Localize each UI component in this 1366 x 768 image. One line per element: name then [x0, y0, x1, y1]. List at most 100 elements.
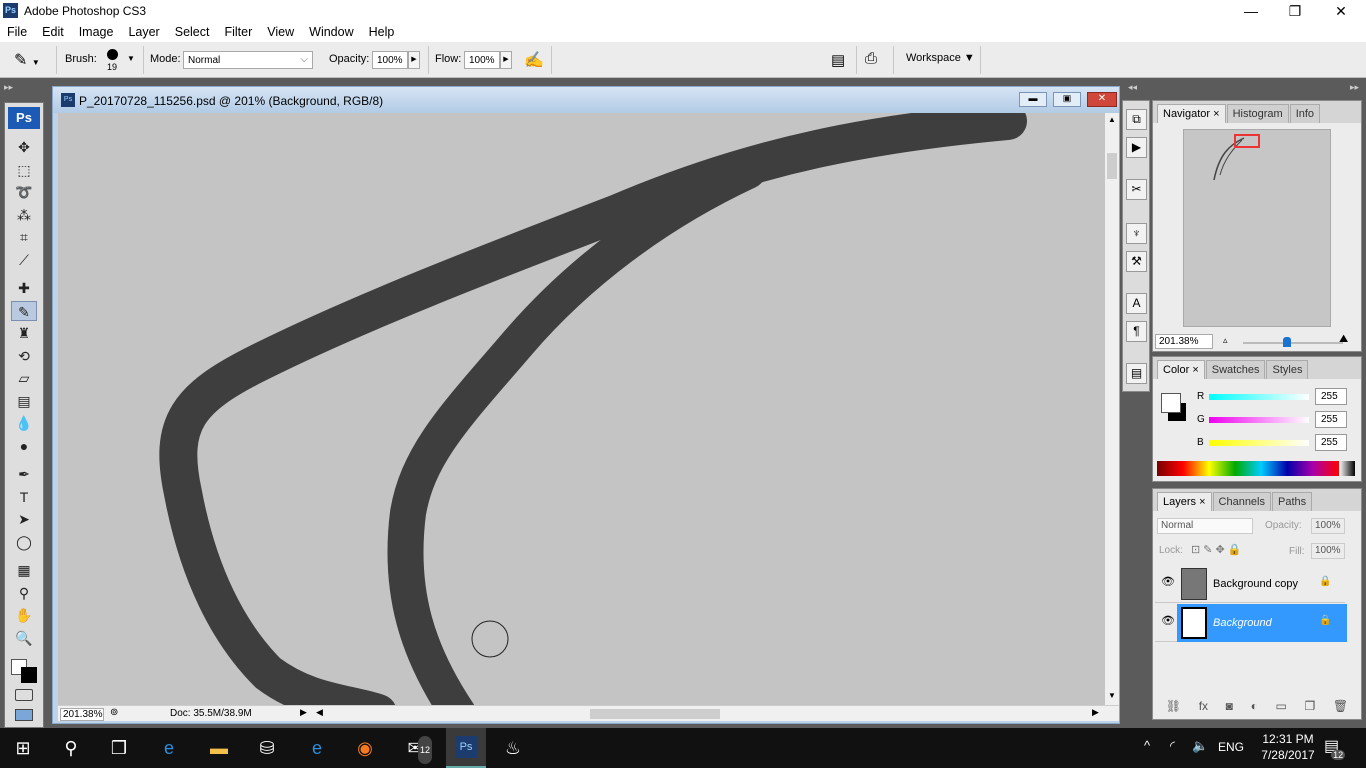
g-slider[interactable]	[1209, 417, 1309, 423]
navigator-thumbnail[interactable]	[1183, 129, 1331, 327]
brush-dropdown-icon[interactable]: ▼	[127, 54, 135, 63]
hand-tool-icon[interactable]: ✋	[11, 605, 37, 625]
pen-tool-icon[interactable]: ✒	[11, 464, 37, 484]
r-value-input[interactable]: 255	[1315, 388, 1347, 405]
tab-styles[interactable]: Styles	[1266, 360, 1309, 379]
opacity-input[interactable]: 100%	[372, 51, 408, 69]
search-icon[interactable]: ⚲	[56, 734, 86, 762]
navigator-zoom-field[interactable]: 201.38%	[1155, 334, 1213, 349]
crop-tool-icon[interactable]: ⌗	[11, 227, 37, 247]
layer-opacity-input[interactable]: 100%	[1311, 518, 1345, 534]
foreground-color-chip[interactable]	[1161, 393, 1181, 413]
layer-row-selected[interactable]: 👁 Background 🔒	[1155, 604, 1347, 642]
doc-minimize-button[interactable]: ▬	[1019, 92, 1047, 107]
history-panel-icon[interactable]: ⧉	[1126, 109, 1147, 130]
start-button[interactable]: ⊞	[8, 734, 38, 762]
r-slider[interactable]	[1209, 394, 1309, 400]
navigator-view-box[interactable]	[1234, 134, 1260, 148]
tab-channels[interactable]: Channels	[1212, 492, 1271, 511]
wifi-icon[interactable]: ◜	[1170, 738, 1175, 754]
menu-layer[interactable]: Layer	[121, 22, 167, 42]
horizontal-scrollbar[interactable]: ◀ ▶	[314, 706, 1104, 721]
move-tool-icon[interactable]: ✥	[11, 137, 37, 157]
bridge-icon[interactable]: ⎙	[865, 50, 877, 67]
tab-navigator[interactable]: Navigator ×	[1157, 104, 1226, 123]
file-explorer-icon[interactable]: ▬	[204, 734, 234, 762]
marquee-tool-icon[interactable]: ⬚	[11, 160, 37, 180]
character-panel-icon[interactable]: A	[1126, 293, 1147, 314]
menu-window[interactable]: Window	[302, 22, 361, 42]
g-value-input[interactable]: 255	[1315, 411, 1347, 428]
history-brush-tool-icon[interactable]: ⟲	[11, 346, 37, 366]
tool-presets-icon[interactable]: ✂	[1126, 179, 1147, 200]
edge-icon-2[interactable]: e	[302, 734, 332, 762]
link-layers-icon[interactable]: ⛓	[1166, 699, 1181, 717]
quick-mask-icon[interactable]	[15, 689, 33, 701]
opacity-slider-button[interactable]: ▶	[408, 51, 420, 69]
layer-comps-icon[interactable]: ▤	[1126, 363, 1147, 384]
zoom-out-icon[interactable]: ▵	[1223, 335, 1228, 346]
lock-icons[interactable]: ⊡ ✎ ✥ 🔒	[1191, 543, 1242, 556]
gradient-tool-icon[interactable]: ▤	[11, 391, 37, 411]
type-tool-icon[interactable]: T	[11, 487, 37, 507]
clone-source-icon[interactable]: ⚒	[1126, 251, 1147, 272]
menu-file[interactable]: File	[0, 22, 35, 42]
volume-icon[interactable]: 🔈	[1192, 738, 1208, 754]
show-hidden-icons[interactable]: ^	[1144, 738, 1150, 753]
menu-help[interactable]: Help	[362, 22, 403, 42]
horizontal-scroll-thumb[interactable]	[590, 709, 720, 719]
visibility-eye-icon[interactable]: 👁	[1161, 575, 1175, 588]
brush-tool-icon[interactable]: ✎	[11, 300, 37, 321]
dodge-tool-icon[interactable]: ●	[11, 436, 37, 456]
visibility-eye-icon[interactable]: 👁	[1161, 614, 1175, 627]
eyedropper-tool-icon[interactable]: ⚲	[11, 583, 37, 603]
action-center-icon[interactable]: ▤ 12	[1324, 736, 1346, 760]
firefox-icon[interactable]: ◉	[350, 734, 380, 762]
tab-swatches[interactable]: Swatches	[1205, 360, 1266, 379]
add-mask-icon[interactable]: ◙	[1226, 699, 1233, 717]
collapse-dock-icon[interactable]: ◂◂	[1128, 82, 1137, 93]
doc-close-button[interactable]: ✕	[1087, 92, 1117, 107]
clone-stamp-tool-icon[interactable]: ♜	[11, 323, 37, 343]
steam-icon[interactable]: ♨	[498, 734, 528, 762]
mode-select[interactable]: Normal ⌵	[183, 51, 313, 69]
flow-slider-button[interactable]: ▶	[500, 51, 512, 69]
zoom-slider[interactable]	[1243, 342, 1343, 344]
zoom-slider-thumb[interactable]	[1283, 337, 1291, 347]
blend-mode-select[interactable]: Normal	[1157, 518, 1253, 534]
delete-layer-icon[interactable]: 🗑	[1333, 699, 1348, 717]
task-view-icon[interactable]: ❒	[104, 734, 134, 762]
expand-panels-icon[interactable]: ▸▸	[1350, 82, 1359, 93]
minimize-button[interactable]: —	[1228, 0, 1274, 22]
edge-icon[interactable]: e	[154, 734, 184, 762]
store-icon[interactable]: ⛁	[252, 734, 282, 762]
tab-paths[interactable]: Paths	[1272, 492, 1313, 511]
magic-wand-tool-icon[interactable]: ⁂	[11, 205, 37, 225]
screen-mode-icon[interactable]	[15, 709, 33, 721]
language-indicator[interactable]: ENG	[1218, 740, 1244, 754]
adjustment-layer-icon[interactable]: ◐	[1251, 699, 1258, 717]
tab-layers[interactable]: Layers ×	[1157, 492, 1212, 511]
maximize-button[interactable]: ❐	[1272, 0, 1318, 22]
fx-icon[interactable]: fx	[1199, 699, 1208, 717]
menu-filter[interactable]: Filter	[217, 22, 260, 42]
menu-select[interactable]: Select	[168, 22, 218, 42]
airbrush-icon[interactable]: ✍	[524, 50, 544, 70]
vertical-scroll-thumb[interactable]	[1107, 153, 1117, 179]
close-button[interactable]: ✕	[1318, 0, 1364, 22]
collapse-toolbox-icon[interactable]: ▸▸	[4, 82, 13, 93]
status-menu-icon[interactable]: ⊚	[110, 707, 118, 718]
menu-edit[interactable]: Edit	[35, 22, 72, 42]
layer-name[interactable]: Background copy	[1213, 578, 1298, 590]
brush-preview-icon[interactable]	[107, 49, 118, 60]
notes-tool-icon[interactable]: ▦	[11, 560, 37, 580]
layer-row[interactable]: 👁 Background copy 🔒	[1155, 565, 1345, 603]
actions-panel-icon[interactable]: ▶	[1126, 137, 1147, 158]
menu-view[interactable]: View	[260, 22, 302, 42]
menu-image[interactable]: Image	[72, 22, 122, 42]
healing-brush-tool-icon[interactable]: ✚	[11, 278, 37, 298]
shape-tool-icon[interactable]: ◯	[11, 532, 37, 552]
clock[interactable]: 12:31 PM 7/28/2017	[1258, 732, 1318, 762]
tab-info[interactable]: Info	[1289, 104, 1321, 123]
background-color-swatch[interactable]	[21, 667, 37, 683]
